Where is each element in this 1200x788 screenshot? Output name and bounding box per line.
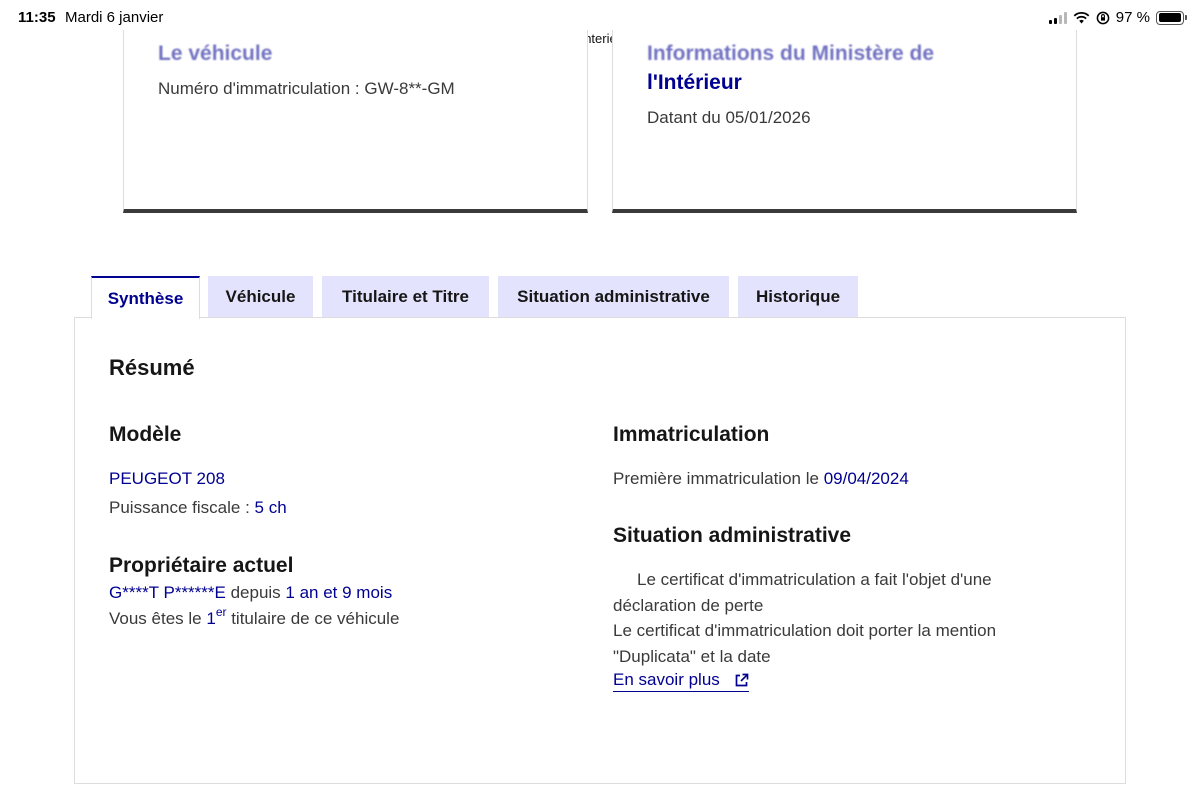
first-registration-date: 09/04/2024 [823,469,909,488]
cellular-signal-icon [1048,11,1067,24]
status-bar: 11:35 Mardi 6 janvier 97 % histovec.inte… [0,0,1200,46]
status-date: Mardi 6 janvier [65,9,164,26]
battery-percent: 97 % [1115,9,1150,26]
plate-number: Numéro d'immatriculation : GW-8**-GM [158,79,455,98]
learn-more-link[interactable]: En savoir plus [613,670,749,692]
tab-situation-administrative[interactable]: Situation administrative [498,276,729,318]
owner-since-value: 1 an et 9 mois [285,583,393,602]
admin-line-3: Le certificat d'immatriculation doit por… [613,621,997,640]
holder-suffix: titulaire de ce véhicule [226,609,400,628]
holder-prefix: Vous êtes le [109,609,207,628]
tab-panel-synthese: Résumé Modèle PEUGEOT 208 Puissance fisc… [74,317,1126,784]
model-name: PEUGEOT 208 [109,469,225,488]
ministry-card: Informations du Ministère de l'Intérieur… [612,30,1077,213]
admin-line-4: "Duplicata" et la date [613,647,771,666]
holder-rank-line: Vous êtes le 1er titulaire de ce véhicul… [109,606,399,632]
external-link-icon [735,673,749,686]
vehicle-card-title: Le véhicule [158,42,273,65]
ministry-data-date: Datant du 05/01/2026 [647,108,811,127]
wifi-icon [1073,11,1090,24]
owner-name: G****T P******E [109,583,226,602]
tab-titulaire-et-titre[interactable]: Titulaire et Titre [322,276,489,318]
vehicle-card: Le véhicule Numéro d'immatriculation : G… [123,30,588,213]
fiscal-power-value: 5 ch [254,498,287,517]
registration-heading: Immatriculation [613,423,770,446]
battery-level [1158,13,1181,22]
owner-heading: Propriétaire actuel [109,554,294,577]
first-registration: Première immatriculation le 09/04/2024 [613,466,909,492]
battery-icon [1156,10,1187,25]
tab-vehicule[interactable]: Véhicule [208,276,313,318]
admin-situation-heading: Situation administrative [613,524,852,547]
admin-line-2: déclaration de perte [613,596,764,615]
model-heading: Modèle [109,423,182,446]
status-indicators: 97 % [1048,9,1187,26]
owner-since-label: depuis [225,583,286,602]
learn-more-label: En savoir plus [613,670,720,689]
tab-historique[interactable]: Historique [738,276,858,318]
summary-title: Résumé [109,355,195,380]
status-time: 11:35 [18,9,56,26]
owner-line: G****T P******E depuis 1 an et 9 mois [109,580,392,606]
ministry-card-title: Informations du Ministère de [647,42,935,65]
ministry-card-title-line2: l'Intérieur [647,71,742,94]
tab-synthese[interactable]: Synthèse [91,276,200,319]
first-registration-label: Première immatriculation le [613,469,824,488]
admin-line-1: Le certificat d'immatriculation a fait l… [637,570,992,589]
holder-rank: 1 [206,609,216,628]
fiscal-power: Puissance fiscale : 5 ch [109,495,287,521]
orientation-lock-icon [1096,11,1110,24]
fiscal-power-label: Puissance fiscale : [109,498,255,517]
holder-rank-suffix: er [215,605,227,620]
